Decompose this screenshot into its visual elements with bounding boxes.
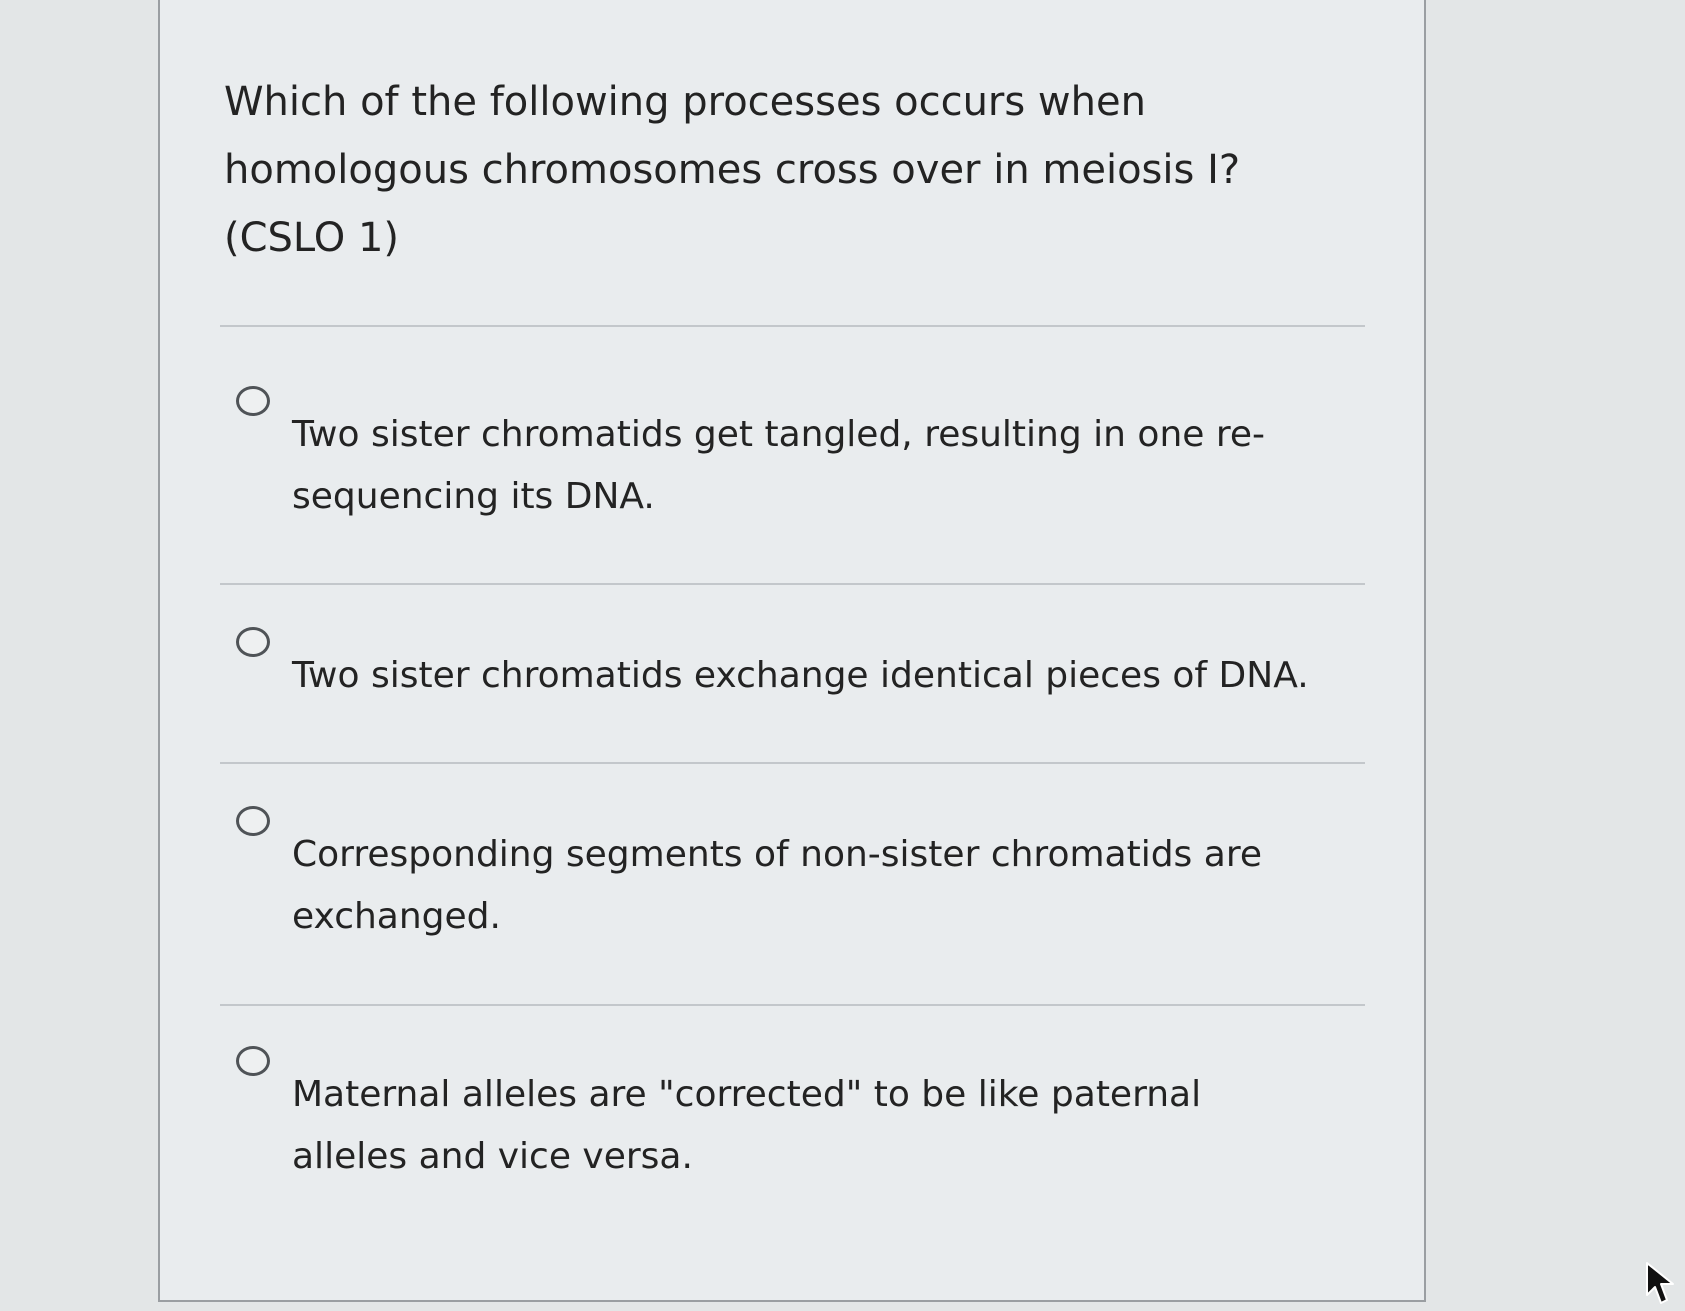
question-text: Which of the following processes occurs …: [224, 79, 1241, 261]
answer-option-label[interactable]: Maternal alleles are "corrected" to be l…: [292, 1064, 1312, 1188]
option-divider: [220, 1004, 1365, 1006]
answer-option-label[interactable]: Two sister chromatids exchange identical…: [292, 645, 1312, 707]
answer-option-label[interactable]: Corresponding segments of non-sister chr…: [292, 824, 1312, 948]
option-divider: [220, 583, 1365, 585]
answer-option-label[interactable]: Two sister chromatids get tangled, resul…: [292, 404, 1312, 528]
mouse-pointer-icon: [1646, 1262, 1674, 1304]
radio-button-icon[interactable]: [236, 1046, 270, 1076]
question-divider: [220, 325, 1365, 327]
quiz-question-card: Which of the following processes occurs …: [158, 0, 1426, 1302]
radio-button-icon[interactable]: [236, 806, 270, 836]
radio-button-icon[interactable]: [236, 386, 270, 416]
radio-button-icon[interactable]: [236, 627, 270, 657]
option-divider: [220, 762, 1365, 764]
